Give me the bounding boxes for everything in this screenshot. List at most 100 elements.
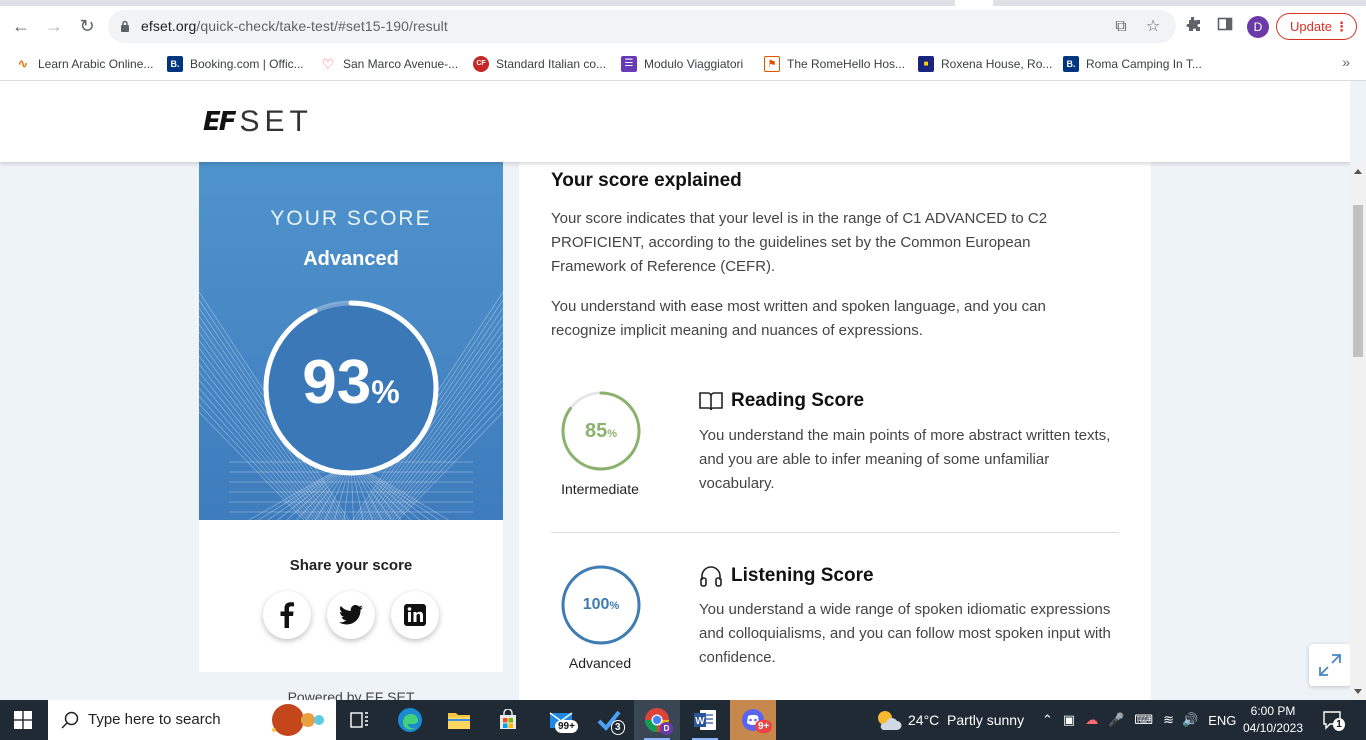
windows-start-icon[interactable]: [14, 711, 32, 729]
url-text: efset.org/quick-check/take-test/#set15-1…: [141, 18, 448, 34]
bookmark-item[interactable]: B. Booking.com | Offic...: [167, 54, 304, 74]
hostel-icon: ⚑: [764, 56, 780, 72]
weather-widget[interactable]: 24°C Partly sunny: [874, 700, 1024, 740]
share-card: Share your score: [199, 520, 503, 672]
ime-icon[interactable]: ⌨: [1134, 712, 1153, 728]
browser-toolbar: ← → ↻ efset.org/quick-check/take-test/#s…: [0, 6, 1366, 48]
address-bar[interactable]: efset.org/quick-check/take-test/#set15-1…: [108, 10, 1176, 43]
score-explanation-panel: Your score explained Your score indicate…: [519, 162, 1151, 700]
bookmark-item[interactable]: B. Roma Camping In T...: [1063, 54, 1202, 74]
powered-by[interactable]: Powered by EF SET: [199, 689, 503, 700]
book-icon: [699, 392, 723, 411]
reading-heading: Reading Score: [699, 390, 864, 412]
word-icon: W: [694, 710, 716, 730]
linkedin-icon: [404, 604, 426, 626]
taskbar-mail[interactable]: 99+: [538, 700, 584, 740]
airbnb-icon: ♡: [321, 56, 335, 72]
facebook-icon: [280, 602, 294, 628]
taskbar-discord[interactable]: 9+: [730, 700, 776, 740]
edge-icon: [398, 708, 422, 732]
facebook-share-button[interactable]: [263, 591, 311, 639]
taskbar-chrome[interactable]: D: [634, 700, 680, 740]
task-view-icon: [350, 712, 368, 728]
task-view-button[interactable]: [337, 700, 383, 740]
listening-level: Advanced: [568, 655, 632, 671]
reading-description: You understand the main points of more a…: [699, 427, 1111, 492]
store-icon: [500, 709, 516, 729]
score-title: YOUR SCORE: [270, 207, 432, 230]
notification-center-icon[interactable]: 1: [1322, 710, 1345, 731]
volume-icon[interactable]: 🔊: [1182, 712, 1198, 728]
taskbar-clock[interactable]: 6:00 PM 04/10/2023: [1242, 703, 1304, 737]
back-button[interactable]: ←: [10, 15, 32, 37]
form-icon: ☰: [621, 56, 637, 72]
taskbar-word[interactable]: W: [682, 700, 728, 740]
bookmark-item[interactable]: CF Standard Italian co...: [473, 54, 606, 74]
listening-score-value: 100%: [582, 596, 620, 613]
chrome-profile-badge: D: [660, 722, 673, 735]
expand-button[interactable]: [1309, 644, 1350, 686]
site-header: EF SET: [0, 81, 1350, 162]
language-indicator[interactable]: ENG: [1208, 713, 1236, 728]
roxena-icon: ■: [918, 56, 934, 72]
headphones-icon: [700, 566, 722, 587]
search-icon: [61, 711, 79, 729]
update-button[interactable]: Update ⋮: [1276, 13, 1357, 40]
taskbar-store[interactable]: [485, 700, 531, 740]
windows-taskbar: Type here to search 99+ 3 D W 9+ 24°C Pa…: [0, 700, 1366, 740]
reload-button[interactable]: ↻: [76, 15, 98, 37]
explanation-paragraph: Your score indicates that your level is …: [551, 210, 1048, 275]
bookmark-item[interactable]: ∿ Learn Arabic Online...: [15, 54, 154, 74]
listening-description: You understand a wide range of spoken id…: [699, 601, 1111, 666]
svg-text:W: W: [695, 716, 705, 727]
folder-icon: [448, 713, 470, 729]
efset-logo[interactable]: EF SET: [203, 105, 313, 138]
twitter-icon: [339, 605, 363, 625]
mail-badge: 99+: [555, 720, 578, 733]
system-tray: ⌃ ▣ ☁ 🎤 ⌨ ≋ 🔊 ENG: [1042, 700, 1236, 740]
microphone-icon[interactable]: 🎤: [1108, 712, 1124, 728]
show-hidden-icons[interactable]: ⌃: [1042, 712, 1053, 728]
wifi-icon[interactable]: ≋: [1163, 712, 1174, 728]
chevron-more-icon[interactable]: »: [1342, 54, 1350, 70]
notification-badge: 1: [1333, 718, 1345, 731]
twitter-share-button[interactable]: [327, 591, 375, 639]
scroll-thumb[interactable]: [1353, 205, 1363, 357]
arabic-icon: ∿: [17, 56, 29, 71]
reading-level: Intermediate: [561, 481, 639, 497]
page-scrollbar[interactable]: [1350, 162, 1366, 700]
share-label: Share your score: [289, 557, 413, 574]
taskbar-edge[interactable]: [387, 700, 433, 740]
divider: [551, 532, 1119, 533]
bookmark-item[interactable]: ♡ San Marco Avenue-...: [320, 54, 458, 74]
share-icon[interactable]: ⧉: [1112, 18, 1130, 36]
lock-icon: [121, 20, 129, 32]
section-title: Your score explained: [551, 170, 742, 191]
partly-sunny-icon: [878, 711, 902, 730]
todo-badge: 3: [611, 720, 625, 735]
bookmark-star-icon[interactable]: ☆: [1144, 18, 1162, 36]
forward-button[interactable]: →: [43, 15, 65, 37]
scroll-down-arrow[interactable]: [1354, 689, 1362, 694]
scroll-up-arrow[interactable]: [1354, 169, 1362, 174]
meet-now-icon[interactable]: ▣: [1063, 712, 1075, 728]
bookmark-item[interactable]: ■ Roxena House, Ro...: [918, 54, 1052, 74]
taskbar-file-explorer[interactable]: [436, 700, 482, 740]
booking-icon: B.: [167, 56, 183, 72]
taskbar-search[interactable]: Type here to search: [48, 700, 336, 740]
bookmark-item[interactable]: ⚑ The RomeHello Hos...: [764, 54, 905, 74]
booking-icon: B.: [1063, 56, 1079, 72]
bookmark-item[interactable]: ☰ Modulo Viaggiatori: [621, 54, 743, 74]
search-highlight-icon: [272, 704, 324, 736]
listening-heading: Listening Score: [699, 564, 874, 588]
linkedin-share-button[interactable]: [391, 591, 439, 639]
reading-score-value: 85%: [584, 420, 618, 442]
bookmarks-bar: ∿ Learn Arabic Online... B. Booking.com | …: [0, 48, 1366, 81]
profile-avatar[interactable]: D: [1247, 16, 1269, 38]
taskbar-todo[interactable]: 3: [586, 700, 632, 740]
score-card: YOUR SCORE Advanced 93%: [199, 162, 503, 520]
side-panel-icon[interactable]: [1215, 16, 1235, 36]
expand-icon: [1319, 654, 1341, 676]
extensions-icon[interactable]: [1183, 16, 1203, 36]
onedrive-icon[interactable]: ☁: [1085, 712, 1098, 728]
